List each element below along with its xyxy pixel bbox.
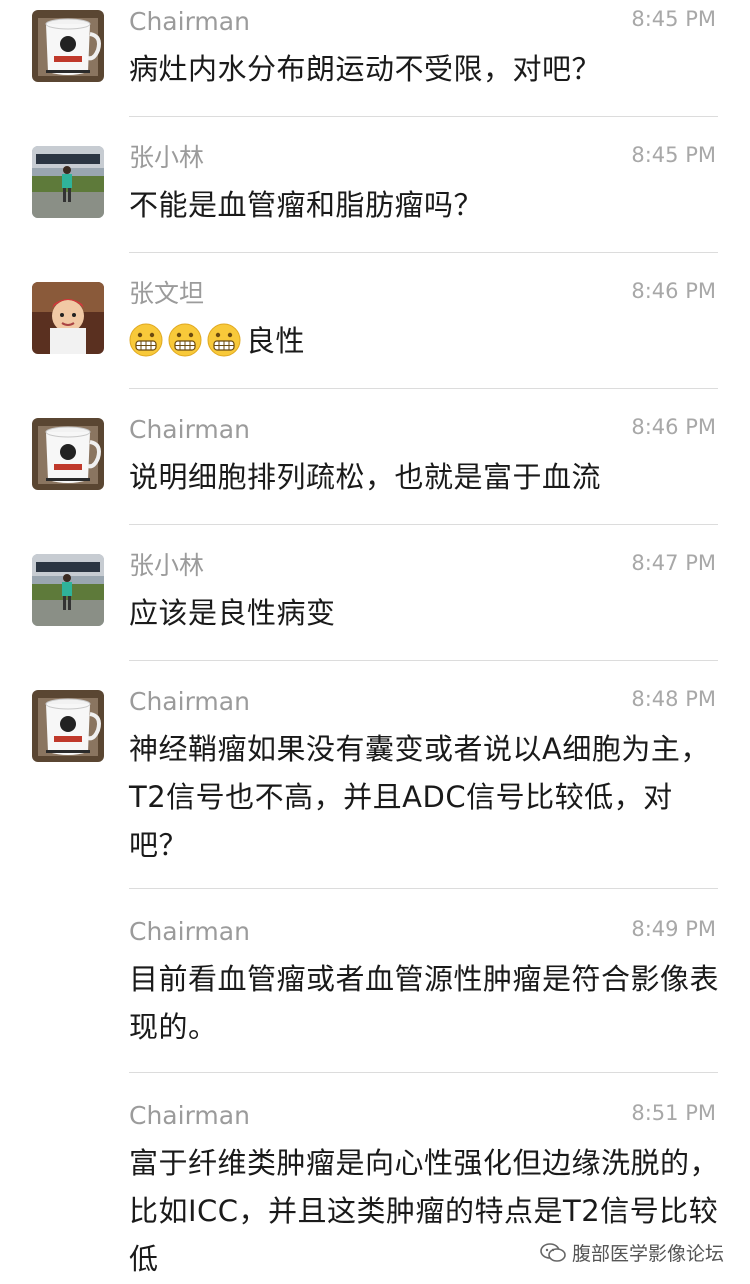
grimace-emoji bbox=[129, 323, 163, 357]
sender-name: Chairman bbox=[129, 7, 250, 36]
timestamp: 8:45 PM bbox=[631, 7, 716, 31]
watermark-label: 腹部医学影像论坛 bbox=[571, 1243, 724, 1265]
timestamp: 8:51 PM bbox=[631, 1101, 716, 1125]
grimace-emoji bbox=[207, 323, 241, 357]
divider bbox=[129, 1072, 718, 1073]
message-text: 目前看血管瘤或者血管源性肿瘤是符合影像表现的。 bbox=[129, 962, 720, 1044]
divider bbox=[129, 252, 718, 253]
chat-history: Chairman 8:45 PM 病灶内水分布朗运动不受限，对吧？ 张小林 8:… bbox=[0, 0, 750, 1284]
wechat-official-account-icon bbox=[540, 1242, 566, 1262]
divider bbox=[129, 660, 718, 661]
timestamp: 8:47 PM bbox=[631, 551, 716, 575]
grimace-emoji bbox=[168, 323, 202, 357]
message-text: 说明细胞排列疏松，也就是富于血流 bbox=[129, 460, 602, 494]
landscape-avatar[interactable] bbox=[32, 146, 104, 218]
message-text: 应该是良性病变 bbox=[129, 596, 336, 630]
divider bbox=[129, 116, 718, 117]
divider bbox=[129, 524, 718, 525]
sender-name: Chairman bbox=[129, 917, 250, 946]
sender-name: 张小林 bbox=[129, 551, 205, 580]
message-text: 神经鞘瘤如果没有囊变或者说以A细胞为主，T2信号也不高，并且ADC信号比较低，对… bbox=[129, 732, 710, 862]
message-text: 良性 bbox=[129, 317, 721, 365]
timestamp: 8:46 PM bbox=[631, 279, 716, 303]
message-text-suffix: 良性 bbox=[246, 324, 306, 358]
timestamp: 8:45 PM bbox=[631, 143, 716, 167]
timestamp: 8:46 PM bbox=[631, 415, 716, 439]
sender-name: 张小林 bbox=[129, 143, 205, 172]
sender-name: Chairman bbox=[129, 1101, 250, 1130]
timestamp: 8:49 PM bbox=[631, 917, 716, 941]
divider bbox=[129, 888, 718, 889]
sender-name: Chairman bbox=[129, 415, 250, 444]
mug-avatar[interactable] bbox=[32, 690, 104, 762]
sender-name: 张文坦 bbox=[129, 279, 205, 308]
mug-avatar[interactable] bbox=[32, 10, 104, 82]
sender-name: Chairman bbox=[129, 687, 250, 716]
message-text: 病灶内水分布朗运动不受限，对吧？ bbox=[129, 52, 602, 86]
timestamp: 8:48 PM bbox=[631, 687, 716, 711]
landscape-avatar[interactable] bbox=[32, 554, 104, 626]
message-text: 不能是血管瘤和脂肪瘤吗？ bbox=[129, 188, 484, 222]
child-avatar[interactable] bbox=[32, 282, 104, 354]
divider bbox=[129, 388, 718, 389]
watermark: 腹部医学影像论坛 bbox=[535, 1237, 728, 1268]
mug-avatar[interactable] bbox=[32, 418, 104, 490]
